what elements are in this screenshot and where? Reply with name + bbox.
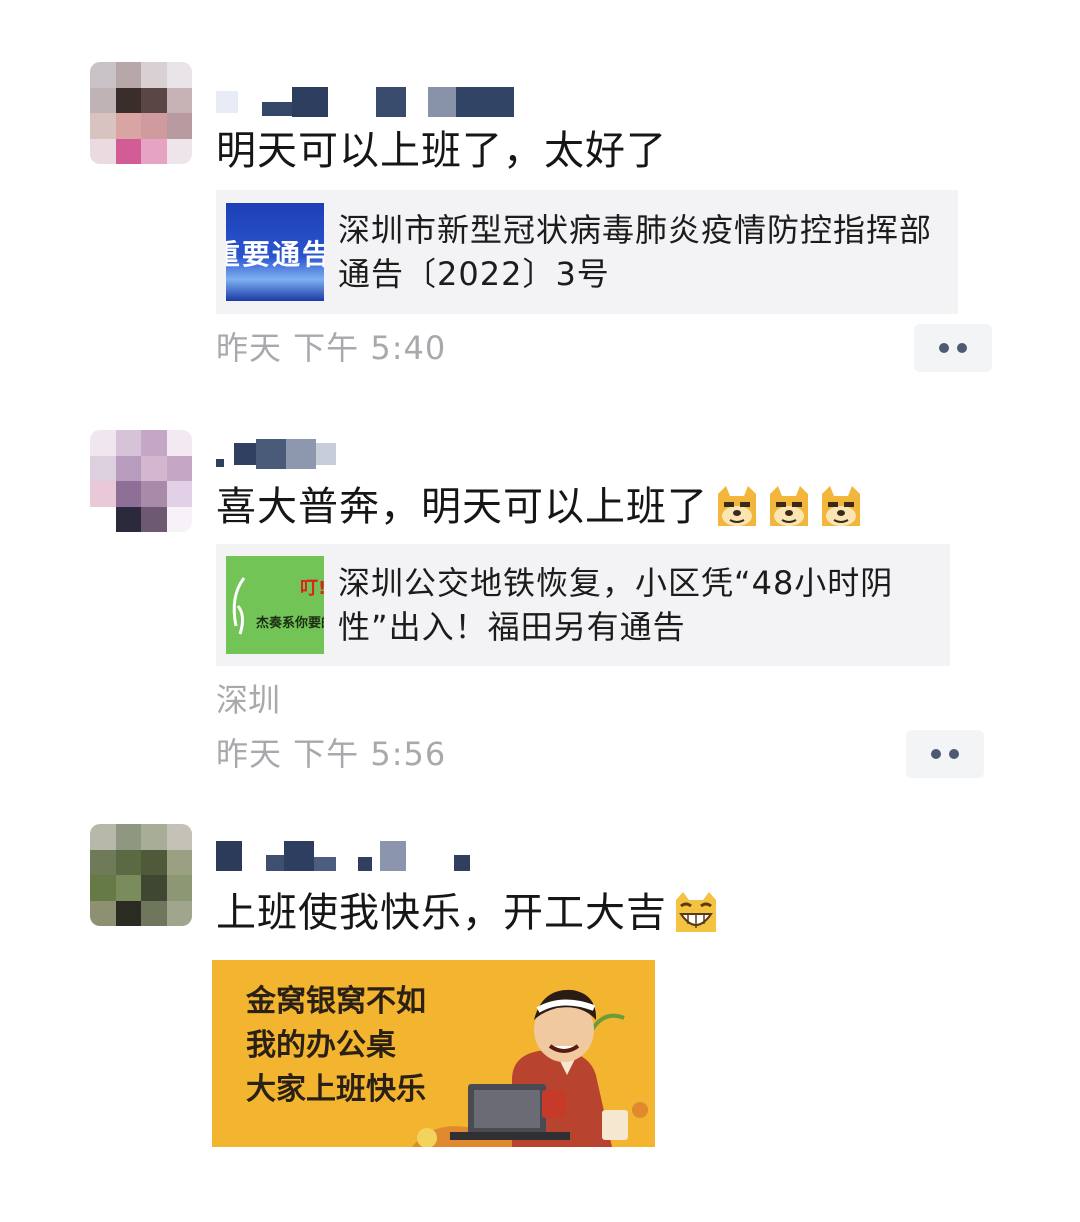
thumb-caption-2: 杰奏系你要的 — [256, 616, 324, 631]
username-pixelated[interactable] — [216, 838, 470, 874]
link-card[interactable]: 重要通告 深圳市新型冠状病毒肺炎疫情防控指挥部通告〔2022〕3号 — [216, 190, 958, 314]
dot-icon — [949, 749, 959, 759]
doge-icon — [822, 486, 860, 526]
post-location[interactable]: 深圳 — [216, 680, 280, 720]
more-button[interactable] — [914, 324, 992, 372]
link-card[interactable]: 叮! 杰奏系你要的 深圳公交地铁恢复，小区凭“48小时阴性”出入！福田另有通告 — [216, 544, 950, 666]
office-worker-illustration — [412, 989, 648, 1147]
username-pixelated[interactable] — [216, 436, 336, 472]
post-time: 昨天 下午 5:40 — [216, 329, 447, 367]
doodle-icon — [232, 577, 246, 635]
grin-icon — [676, 892, 716, 932]
link-title: 深圳公交地铁恢复，小区凭“48小时阴性”出入！福田另有通告 — [338, 564, 894, 646]
emoji-row — [712, 482, 866, 532]
emoji-row — [671, 888, 721, 938]
post-text-content: 喜大普奔，明天可以上班了 — [216, 484, 708, 530]
doge-icon — [770, 486, 808, 526]
avatar[interactable] — [90, 824, 192, 926]
image-banner[interactable]: 金窝银窝不如 我的办公桌 大家上班快乐 — [212, 960, 655, 1147]
dot-icon — [939, 343, 949, 353]
dot-icon — [931, 749, 941, 759]
more-button[interactable] — [906, 730, 984, 778]
avatar[interactable] — [90, 430, 192, 532]
post-text: 喜大普奔，明天可以上班了 — [216, 482, 866, 532]
notice-thumbnail: 重要通告 — [226, 203, 324, 301]
link-title: 深圳市新型冠状病毒肺炎疫情防控指挥部通告〔2022〕3号 — [338, 211, 933, 293]
doge-icon — [718, 486, 756, 526]
thumb-caption-1: 叮! — [300, 578, 324, 599]
dot-icon — [957, 343, 967, 353]
username-pixelated[interactable] — [216, 84, 514, 120]
post-text: 上班使我快乐，开工大吉 — [216, 888, 721, 938]
post-text: 明天可以上班了，太好了 — [216, 128, 667, 174]
post-text-content: 上班使我快乐，开工大吉 — [216, 890, 667, 936]
avatar[interactable] — [90, 62, 192, 164]
news-thumbnail: 叮! 杰奏系你要的 — [226, 556, 324, 654]
post-time: 昨天 下午 5:56 — [216, 735, 447, 773]
thumb-caption: 重要通告 — [226, 238, 324, 271]
